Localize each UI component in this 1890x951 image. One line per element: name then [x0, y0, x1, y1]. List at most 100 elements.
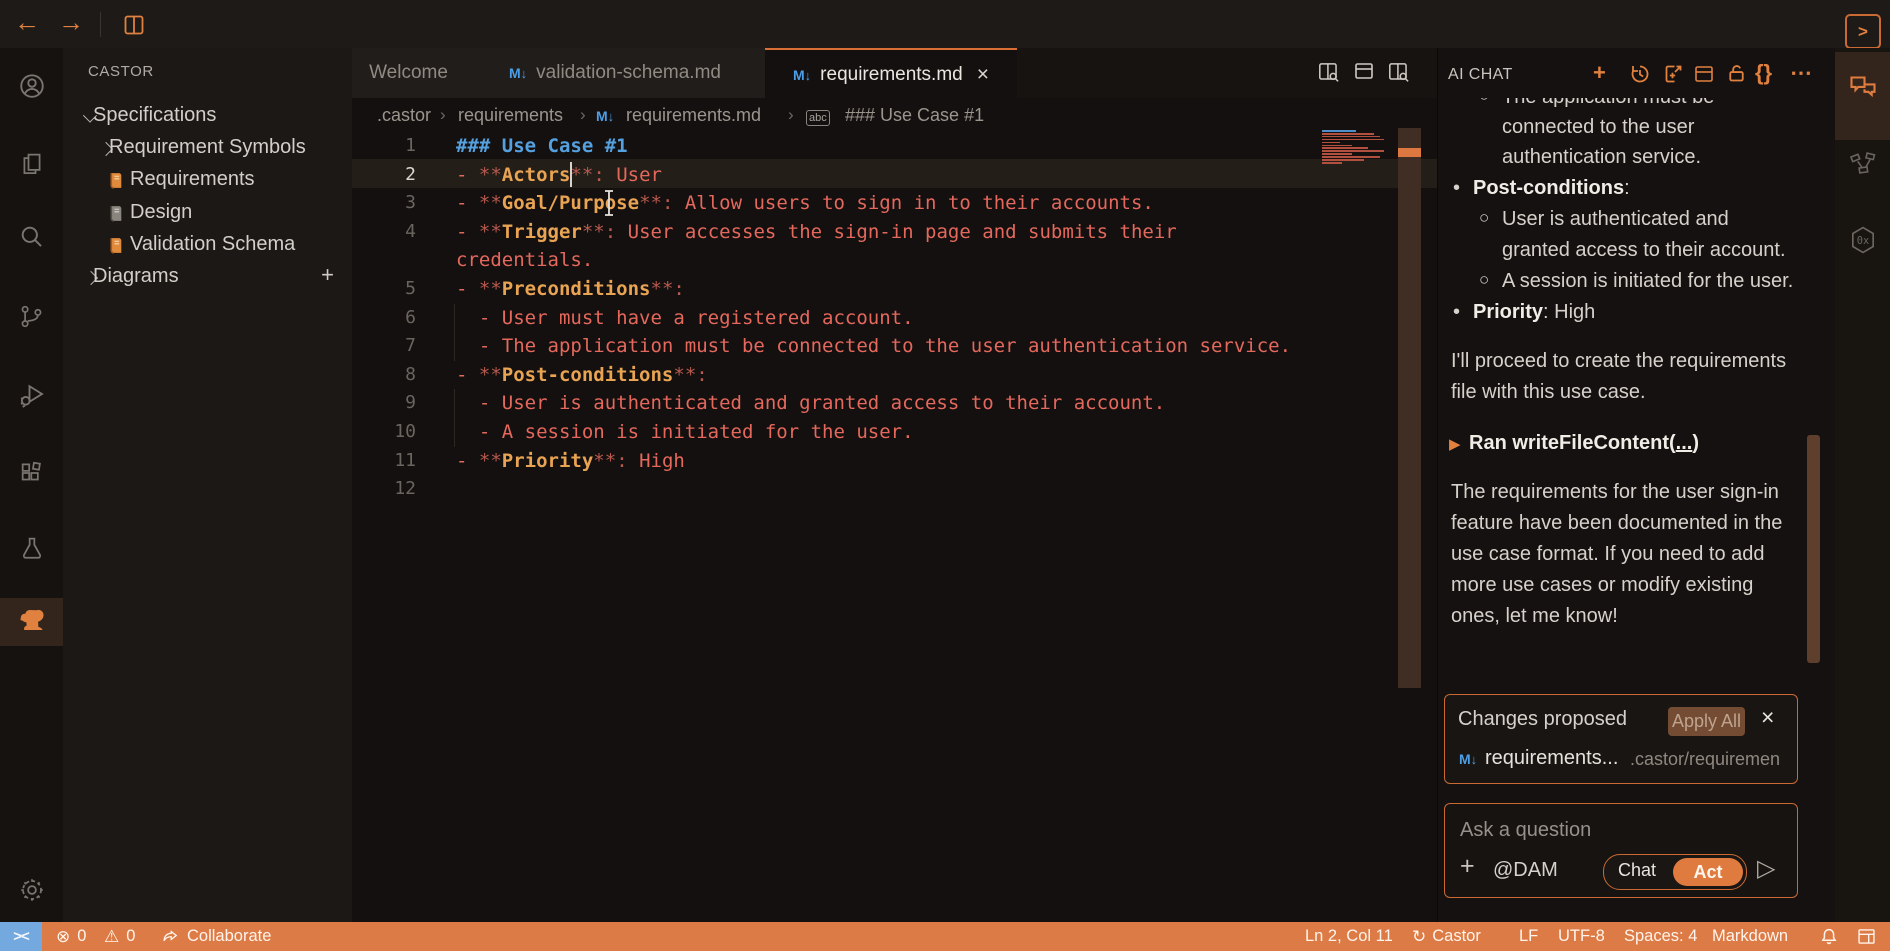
status-notifications-bell[interactable]: [1818, 922, 1840, 951]
tree-item-label: Requirements: [130, 168, 255, 191]
minimap-line: [1322, 142, 1340, 144]
chat-input-placeholder: Ask a question: [1460, 819, 1591, 842]
tab-validation-schema-md[interactable]: M↓validation-schema.md: [465, 48, 766, 98]
split-layout-icon[interactable]: [122, 13, 146, 37]
mode-chat-label[interactable]: Chat: [1618, 860, 1656, 881]
changed-file-name[interactable]: requirements...: [1485, 747, 1618, 770]
editor-line[interactable]: - **Preconditions**:: [456, 275, 685, 304]
status-encoding[interactable]: UTF-8: [1558, 922, 1605, 951]
send-icon[interactable]: ▷: [1757, 854, 1775, 883]
status-bar: >< ⊗0 ⚠0 Collaborate Ln 2, Col 11 ↻Castor LF U…: [0, 922, 1890, 951]
editor-line[interactable]: - A session is initiated for the user.: [456, 418, 914, 447]
nav-back-icon[interactable]: ←: [14, 9, 40, 35]
search-icon[interactable]: [0, 212, 63, 260]
status-indentation[interactable]: Spaces: 4: [1624, 922, 1697, 951]
breadcrumb-item[interactable]: requirements.md: [626, 105, 761, 126]
markdown-file-icon[interactable]: M↓: [596, 105, 614, 126]
mention-token[interactable]: @DAM: [1493, 859, 1558, 882]
status-collaborate[interactable]: Collaborate: [160, 922, 271, 951]
status-eol[interactable]: LF: [1519, 922, 1538, 951]
attach-plus-icon[interactable]: +: [1460, 854, 1475, 879]
close-icon[interactable]: ×: [977, 63, 989, 87]
nav-forward-icon[interactable]: →: [58, 9, 84, 35]
tab-requirements-md[interactable]: M↓requirements.md×: [765, 48, 1017, 100]
layout-icon[interactable]: [1692, 62, 1716, 86]
sidebar-item-requirements[interactable]: Requirements: [63, 165, 352, 197]
apply-all-button[interactable]: Apply All: [1668, 707, 1745, 736]
tab-label: requirements.md: [820, 64, 963, 86]
chat-input-box[interactable]: Ask a question + @DAM Chat Act ▷: [1444, 803, 1798, 898]
chat-message-line: Post-conditions:: [1473, 177, 1630, 200]
editor-line[interactable]: ### Use Case #1: [456, 132, 628, 161]
hex-0x-icon[interactable]: 0x: [1835, 214, 1890, 266]
account-icon[interactable]: [0, 62, 63, 110]
explorer-files-icon[interactable]: [0, 140, 63, 188]
editor-line[interactable]: credentials.: [456, 246, 593, 275]
unlock-icon[interactable]: [1725, 62, 1748, 85]
tab-welcome[interactable]: Welcome: [352, 48, 466, 98]
chat-message-line: I'll proceed to create the requirements: [1451, 350, 1786, 373]
history-icon[interactable]: [1628, 62, 1652, 86]
source-control-icon[interactable]: [0, 292, 63, 340]
tool-call-expand-link[interactable]: ...: [1676, 432, 1693, 454]
sidebar-item-requirement-symbols[interactable]: Requirement Symbols: [63, 133, 352, 165]
editor-pane[interactable]: 1### Use Case #12- **Actors**: User3- **…: [352, 133, 1437, 922]
status-warnings[interactable]: ⚠0: [104, 922, 135, 951]
editor-line[interactable]: - **Trigger**: User accesses the sign-in…: [456, 218, 1177, 247]
chat-scrollbar[interactable]: [1807, 435, 1820, 663]
sidebar-item-diagrams[interactable]: Diagrams+: [63, 262, 352, 294]
editor-scrollbar[interactable]: [1398, 128, 1421, 688]
indent-guide: [454, 418, 455, 447]
remote-indicator[interactable]: ><: [0, 922, 42, 951]
editor-line[interactable]: - User is authenticated and granted acce…: [456, 389, 1165, 418]
toggle-layout-icon[interactable]: [1352, 59, 1376, 83]
extensions-icon[interactable]: [0, 449, 63, 497]
breadcrumb-item[interactable]: .castor: [377, 105, 431, 126]
sidebar-item-validation-schema[interactable]: Validation Schema: [63, 230, 352, 262]
minimap-line: [1322, 162, 1342, 164]
run-toolcall-expander-icon[interactable]: ▶: [1449, 435, 1461, 453]
export-chat-icon[interactable]: [1661, 62, 1685, 86]
testing-beaker-icon[interactable]: [0, 524, 63, 572]
chat-message-line: Priority: High: [1473, 301, 1595, 324]
status-panel-layout[interactable]: [1856, 922, 1877, 951]
status-castor-sync[interactable]: ↻Castor: [1412, 922, 1481, 951]
flow-diagram-icon[interactable]: [1835, 138, 1890, 190]
more-actions-icon[interactable]: ⋯: [1790, 60, 1812, 86]
breadcrumb-item[interactable]: requirements: [458, 105, 563, 126]
editor-line[interactable]: - **Priority**: High: [456, 447, 685, 476]
new-diagram-plus-icon[interactable]: +: [321, 264, 334, 286]
minimap-line: [1322, 130, 1356, 132]
open-preview-side-icon[interactable]: [1316, 59, 1342, 85]
settings-gear-icon[interactable]: [0, 866, 63, 914]
minimap-line: [1322, 159, 1364, 161]
mode-act-pill[interactable]: Act: [1673, 858, 1743, 886]
secondary-panel-toggle[interactable]: >: [1845, 14, 1881, 49]
editor-line[interactable]: - **Goal/Purpose**: Allow users to sign …: [456, 189, 1154, 218]
castor-mascot-icon[interactable]: [0, 598, 63, 646]
chat-message-line: feature have been documented in the: [1451, 512, 1782, 535]
new-chat-icon[interactable]: +: [1593, 60, 1606, 86]
run-debug-icon[interactable]: [0, 371, 63, 419]
close-icon[interactable]: ×: [1761, 704, 1774, 731]
split-editor-icon[interactable]: [1386, 59, 1412, 85]
breadcrumb-item[interactable]: ### Use Case #1: [845, 105, 984, 126]
chat-act-toggle[interactable]: Chat Act: [1603, 854, 1747, 890]
ai-chat-icon[interactable]: [1835, 62, 1890, 114]
book-orange-icon: [106, 171, 125, 190]
sidebar-item-design[interactable]: Design: [63, 198, 352, 230]
editor-line[interactable]: - **Post-conditions**:: [456, 361, 708, 390]
sidebar-item-specifications[interactable]: Specifications: [63, 101, 352, 133]
symbol-abc-icon[interactable]: abc: [806, 105, 830, 126]
status-label: Ln 2, Col 11: [1305, 927, 1393, 946]
status-language-mode[interactable]: Markdown: [1712, 922, 1788, 951]
line-number: 12: [378, 475, 416, 504]
editor-line[interactable]: - The application must be connected to t…: [456, 332, 1291, 361]
status-label: Spaces: 4: [1624, 927, 1697, 946]
editor-line[interactable]: - **Actors**: User: [456, 161, 662, 190]
editor-line[interactable]: - User must have a registered account.: [456, 304, 914, 333]
line-number: 8: [378, 361, 416, 390]
code-braces-icon[interactable]: {}: [1755, 60, 1772, 86]
status-errors[interactable]: ⊗0: [56, 922, 86, 951]
status-cursor-position[interactable]: Ln 2, Col 11: [1305, 922, 1393, 951]
